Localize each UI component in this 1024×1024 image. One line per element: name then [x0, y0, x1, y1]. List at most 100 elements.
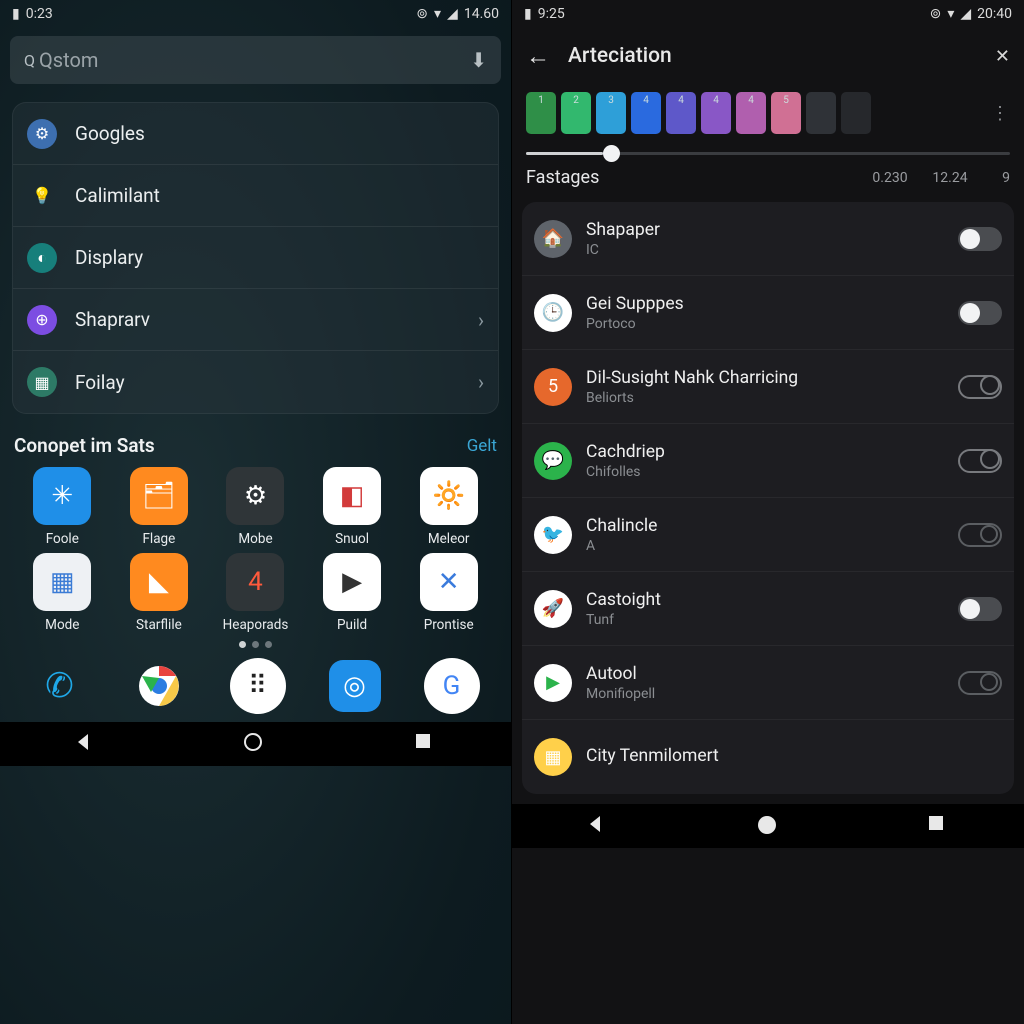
quick-row[interactable]: ⚙ Googles	[13, 103, 498, 165]
toggle[interactable]	[958, 523, 1002, 547]
back-button[interactable]: ←	[526, 42, 550, 71]
color-swatch[interactable]: 1	[526, 92, 556, 134]
app-icon: ⚙	[226, 467, 284, 525]
quick-row[interactable]: ▦ Foilay ›	[13, 351, 498, 413]
slider-track[interactable]	[526, 152, 1010, 155]
settings-row-icon: 💬	[534, 442, 572, 480]
mic-icon[interactable]: ⬇	[470, 48, 487, 72]
color-swatch[interactable]: 2	[561, 92, 591, 134]
settings-row-title: Autool	[586, 664, 958, 684]
app-item[interactable]: ▶ Puild	[304, 553, 401, 633]
section-action[interactable]: Gelt	[467, 436, 497, 456]
status-battery: 20:40	[977, 6, 1012, 22]
settings-row[interactable]: ▦ City Tenmilomert	[522, 720, 1014, 794]
color-palette: 12344445⋮	[512, 84, 1024, 134]
app-item[interactable]: ⚙ Mobe	[207, 467, 304, 547]
app-icon: ◧	[323, 467, 381, 525]
quick-settings-card: ⚙ Googles 💡 Calimilant ◐ Displary ⊕ Shap…	[12, 102, 499, 414]
status-battery: 14.60	[464, 6, 499, 22]
app-icon: ▶	[323, 553, 381, 611]
settings-row[interactable]: 5 Dil-Susight Nahk Charricing Beliorts	[522, 350, 1014, 424]
search-icon: Q	[24, 51, 35, 70]
settings-row-subtitle: Tunf	[586, 612, 958, 628]
settings-row[interactable]: 🚀 Castoight Tunf	[522, 572, 1014, 646]
color-swatch[interactable]: 5	[771, 92, 801, 134]
settings-row-icon: 🕒	[534, 294, 572, 332]
quick-row[interactable]: ◐ Displary	[13, 227, 498, 289]
toggle[interactable]	[958, 671, 1002, 695]
app-icon: ✕	[420, 553, 478, 611]
toggle[interactable]	[958, 375, 1002, 399]
settings-row-icon: 5	[534, 368, 572, 406]
search-bar[interactable]: Q Qstom ⬇	[10, 36, 501, 84]
toggle[interactable]	[958, 227, 1002, 251]
row-label: Googles	[75, 122, 484, 145]
row-icon: ▦	[27, 367, 57, 397]
slider-label: Fastages	[526, 167, 860, 188]
settings-row-icon: ▦	[534, 738, 572, 776]
color-swatch[interactable]: 4	[666, 92, 696, 134]
app-item[interactable]: 🗂 Flage	[111, 467, 208, 547]
settings-row[interactable]: 💬 Cachdriep Chifolles	[522, 424, 1014, 498]
toggle[interactable]	[958, 449, 1002, 473]
settings-row-subtitle: A	[586, 538, 958, 554]
settings-row-title: Castoight	[586, 590, 958, 610]
settings-row[interactable]: 🏠 Shapaper IC	[522, 202, 1014, 276]
camera-app[interactable]: ◎	[329, 660, 381, 712]
app-item[interactable]: 4 Heaporads	[207, 553, 304, 633]
app-item[interactable]: ◣ Starflile	[111, 553, 208, 633]
settings-row[interactable]: 🐦 Chalincle A	[522, 498, 1014, 572]
app-item[interactable]: ▦ Mode	[14, 553, 111, 633]
slider-tick: 0.230	[860, 170, 920, 186]
phone-app[interactable]: ✆	[32, 658, 88, 714]
app-label: Heaporads	[223, 617, 289, 633]
settings-row-subtitle: Beliorts	[586, 390, 958, 406]
color-swatch[interactable]: 4	[631, 92, 661, 134]
settings-row[interactable]: ▶ Autool Monifiopell	[522, 646, 1014, 720]
app-label: Prontise	[424, 617, 474, 633]
tools-icon[interactable]: ✕	[995, 46, 1010, 67]
app-item[interactable]: ◧ Snuol	[304, 467, 401, 547]
pager-dots	[0, 633, 511, 652]
page-title: Arteciation	[568, 44, 977, 68]
settings-row[interactable]: 🕒 Gei Supppes Portoco	[522, 276, 1014, 350]
pager-dot	[252, 641, 259, 648]
row-icon: 💡	[27, 181, 57, 211]
color-swatch[interactable]: 4	[701, 92, 731, 134]
nav-recent-icon[interactable]	[414, 732, 438, 756]
row-label: Shaprarv	[75, 308, 478, 331]
color-swatch[interactable]	[841, 92, 871, 134]
row-icon: ⊕	[27, 305, 57, 335]
app-item[interactable]: ✕ Prontise	[400, 553, 497, 633]
color-swatch[interactable]	[806, 92, 836, 134]
chevron-right-icon: ›	[478, 308, 484, 332]
apps-section-header: Conopet im Sats Gelt	[0, 424, 511, 463]
nav-home-icon[interactable]	[243, 732, 267, 756]
nav-back-icon[interactable]	[585, 814, 609, 838]
nav-home-icon[interactable]	[756, 814, 780, 838]
nav-recent-icon[interactable]	[927, 814, 951, 838]
nav-back-icon[interactable]	[73, 732, 97, 756]
coin-icon: ⊚	[930, 6, 942, 22]
settings-row-title: Gei Supppes	[586, 294, 958, 314]
color-swatch[interactable]: 4	[736, 92, 766, 134]
settings-list: 🏠 Shapaper IC🕒 Gei Supppes Portoco5 Dil-…	[522, 202, 1014, 794]
quick-row[interactable]: 💡 Calimilant	[13, 165, 498, 227]
settings-row-icon: ▶	[534, 664, 572, 702]
color-swatch[interactable]: 3	[596, 92, 626, 134]
row-label: Displary	[75, 246, 484, 269]
google-app[interactable]: G	[424, 658, 480, 714]
toggle[interactable]	[958, 301, 1002, 325]
slider-thumb[interactable]	[603, 145, 620, 162]
chrome-app[interactable]	[131, 658, 187, 714]
app-icon: ◣	[130, 553, 188, 611]
settings-row-title: Dil-Susight Nahk Charricing	[586, 368, 958, 388]
app-label: Meleor	[428, 531, 470, 547]
app-item[interactable]: ✳ Foole	[14, 467, 111, 547]
palette-more-icon[interactable]: ⋮	[991, 103, 1010, 124]
app-item[interactable]: 🔆 Meleor	[400, 467, 497, 547]
status-time: 9:25	[538, 6, 565, 22]
quick-row[interactable]: ⊕ Shaprarv ›	[13, 289, 498, 351]
drawer-button[interactable]: ⠿	[230, 658, 286, 714]
toggle[interactable]	[958, 597, 1002, 621]
